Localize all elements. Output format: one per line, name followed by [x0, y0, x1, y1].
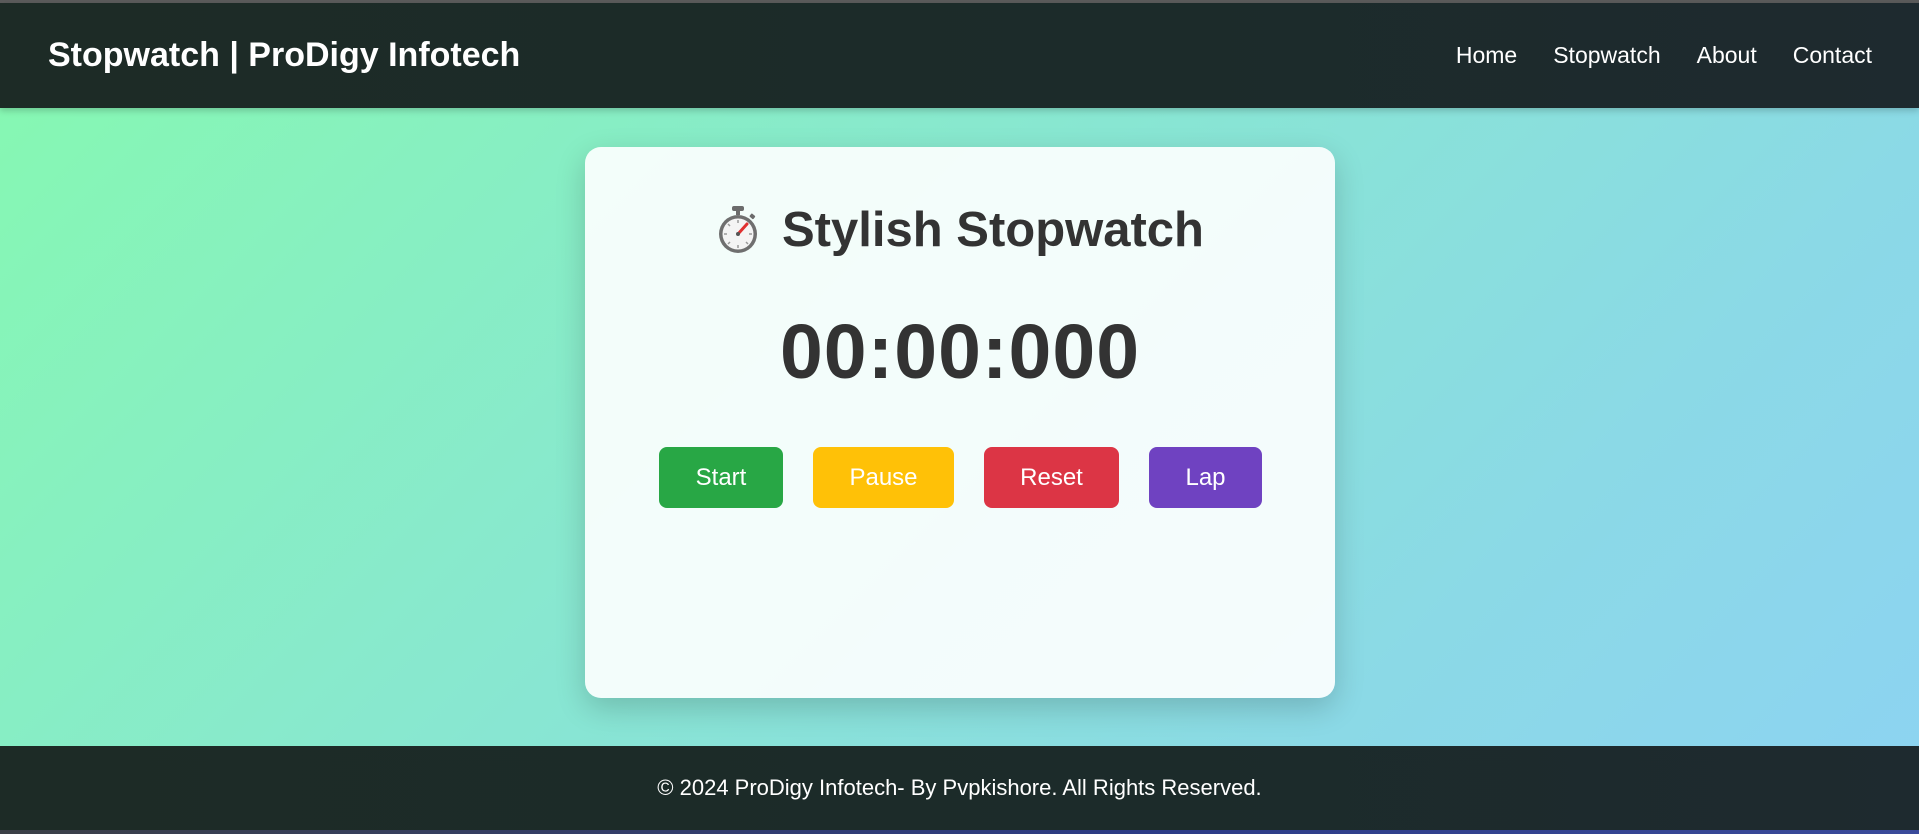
stopwatch-icon — [718, 206, 757, 253]
pause-button[interactable]: Pause — [813, 447, 954, 508]
copyright-text: © 2024 ProDigy Infotech- By Pvpkishore. … — [657, 775, 1262, 800]
start-button[interactable]: Start — [659, 447, 783, 508]
lap-button[interactable]: Lap — [1149, 447, 1262, 508]
nav-home-link[interactable]: Home — [1456, 42, 1517, 69]
main-nav: Home Stopwatch About Contact — [1456, 42, 1872, 69]
time-display: 00:00:000 — [779, 309, 1141, 395]
nav-contact-link[interactable]: Contact — [1793, 42, 1872, 69]
reset-button[interactable]: Reset — [984, 447, 1119, 508]
nav-stopwatch-link[interactable]: Stopwatch — [1553, 42, 1660, 69]
navbar: Stopwatch | ProDigy Infotech Home Stopwa… — [0, 3, 1919, 108]
stopwatch-heading: Stylish Stopwatch — [585, 200, 1335, 260]
nav-about-link[interactable]: About — [1697, 42, 1757, 69]
footer: © 2024 ProDigy Infotech- By Pvpkishore. … — [0, 746, 1919, 830]
stopwatch-title: Stylish Stopwatch — [781, 203, 1204, 257]
window-bottom-border — [0, 830, 1919, 834]
stopwatch-card: Stylish Stopwatch 00:00:000 Start Pause … — [585, 147, 1335, 698]
stopwatch-controls: Start Pause Reset Lap — [659, 447, 1262, 508]
site-brand: Stopwatch | ProDigy Infotech — [48, 36, 521, 74]
